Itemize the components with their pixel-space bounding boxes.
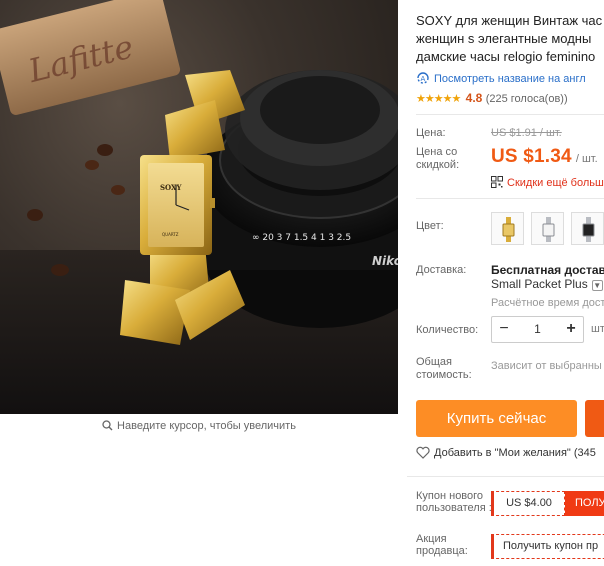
svg-text:∞ 20 3 7 1.5 4 1 3 2.5: ∞ 20 3 7 1.5 4 1 3 2.5 (252, 233, 351, 243)
wishlist-text: Добавить в "Мои желания" (345 (434, 447, 596, 459)
shipping-label: Доставка: (416, 264, 467, 276)
divider (407, 476, 604, 477)
discount-price-label: Цена со скидкой: (416, 146, 460, 171)
new-user-coupon-label: Купон нового пользователя : (416, 490, 492, 514)
new-user-coupon-amount: US $4.00 (491, 491, 565, 516)
shipping-carrier: Small Packet Plus (491, 277, 588, 291)
lens-brand: Nikon (372, 254, 398, 268)
product-title: SOXY для женщин Винтаж час женщин s элег… (416, 12, 604, 66)
seller-coupon-button[interactable]: Получить купон пр (491, 534, 604, 559)
price-discounted-unit: / шт. (575, 153, 598, 165)
svg-text:A: A (421, 75, 426, 83)
add-to-wishlist-link[interactable]: Добавить в "Мои желания" (345 (416, 446, 596, 459)
product-photo-art: Lafitte ∞ 20 3 7 1.5 4 1 3 2.5 Nikon SOX… (0, 0, 398, 414)
more-discounts-link[interactable]: Скидки ещё больш (491, 176, 604, 189)
zoom-hint-text: Наведите курсор, чтобы увеличить (117, 420, 296, 432)
watch-label: QUARTZ (162, 232, 179, 237)
price-discounted: US $1.34/ шт. (491, 146, 598, 168)
gold-watch-thumbnail (502, 217, 515, 242)
price-original: US $1.91 / шт. (491, 127, 562, 139)
shipping-carrier-select[interactable]: Small Packet Plus ▼ (491, 277, 603, 291)
add-to-cart-button[interactable] (585, 400, 604, 437)
silver-black-watch-thumbnail (582, 217, 595, 242)
get-coupon-button[interactable]: ПОЛУ (565, 491, 604, 516)
heart-icon (416, 446, 430, 459)
rating-count: (225 голоса(ов)) (485, 93, 568, 105)
color-option-silver-black[interactable] (571, 212, 604, 245)
rating-value: 4.8 (465, 91, 483, 105)
product-info-panel: SOXY для женщин Винтаж час женщин s элег… (407, 0, 604, 566)
quantity-increase-button[interactable]: + (559, 317, 583, 342)
quantity-decrease-button[interactable]: − (492, 317, 516, 342)
translate-link[interactable]: A Посмотреть название на англ (416, 71, 586, 85)
price-label: Цена: (416, 127, 446, 139)
buy-now-button[interactable]: Купить сейчас (416, 400, 577, 437)
zoom-hint: Наведите курсор, чтобы увеличить (0, 420, 398, 432)
price-discounted-amount: US $1.34 (491, 146, 572, 167)
total-value: Зависит от выбранны (491, 360, 602, 372)
quantity-unit: шт (591, 323, 604, 335)
color-option-silver-white[interactable] (531, 212, 564, 245)
total-label: Общая стоимость: (416, 356, 472, 381)
product-title-line-1: SOXY для женщин Винтаж час (416, 13, 603, 28)
divider (416, 198, 604, 199)
quantity-label: Количество: (416, 324, 479, 336)
seller-promo-label: Акция продавца: (416, 533, 468, 557)
rating-stars: ★★★★★ (416, 93, 461, 105)
new-user-coupon: US $4.00 ПОЛУ (491, 491, 604, 516)
divider (416, 114, 604, 115)
shipping-estimate: Расчётное время дост (491, 297, 604, 309)
quantity-stepper: − 1 + (491, 316, 584, 343)
magnifier-icon (102, 420, 113, 431)
watch-brand: SOXY (160, 183, 182, 192)
color-label: Цвет: (416, 220, 444, 232)
qr-code-icon (491, 176, 503, 188)
chevron-down-icon: ▼ (591, 280, 603, 291)
quantity-input[interactable]: 1 (516, 317, 559, 342)
color-options (491, 212, 604, 245)
color-option-gold[interactable] (491, 212, 524, 245)
rating[interactable]: ★★★★★ 4.8 (225 голоса(ов)) (416, 91, 568, 105)
shipping-method: Бесплатная доставка (491, 263, 604, 277)
silver-white-watch-thumbnail (542, 217, 555, 242)
translate-link-text: Посмотреть название на англ (434, 73, 586, 85)
product-title-line-3: дамские часы relogio feminino (416, 49, 596, 64)
more-discounts-text: Скидки ещё больш (507, 177, 604, 189)
product-title-line-2: женщин s элегантные модны (416, 31, 592, 46)
product-image[interactable]: Lafitte ∞ 20 3 7 1.5 4 1 3 2.5 Nikon SOX… (0, 0, 398, 414)
translate-icon: A (417, 72, 429, 84)
